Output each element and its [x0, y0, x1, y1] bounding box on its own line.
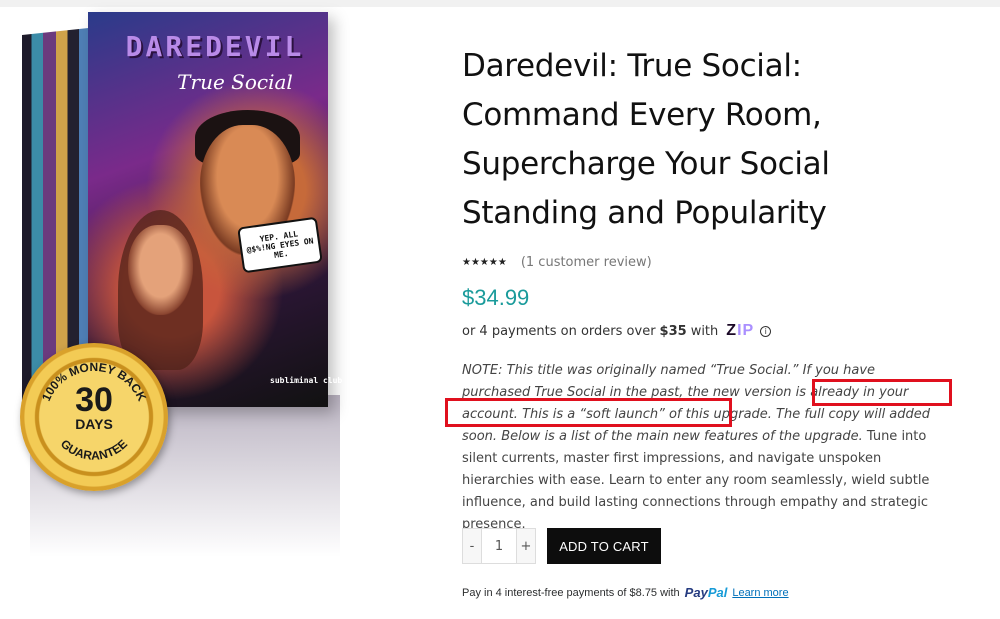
add-to-cart-button[interactable]: ADD TO CART	[547, 528, 661, 564]
title-line: Supercharge Your Social	[462, 146, 830, 182]
box-title: DAREDEVIL	[125, 30, 305, 63]
quantity-minus-button[interactable]: -	[463, 529, 481, 563]
paypal-logo-b: Pal	[707, 585, 728, 600]
zip-logo-a: Z	[726, 322, 738, 339]
highlight-box	[445, 398, 732, 427]
star-rating-icon: ★★★★★	[462, 257, 507, 268]
zip-payment-info: or 4 payments on orders over $35 with ZI…	[462, 322, 772, 340]
product-title: Daredevil: True Social: Command Every Ro…	[462, 42, 882, 238]
paypal-logo-a: Pay	[684, 585, 708, 600]
zip-prefix: or 4 payments on orders over	[462, 323, 656, 339]
zip-logo[interactable]: ZIP	[726, 322, 754, 340]
quantity-plus-button[interactable]: +	[517, 529, 535, 563]
brand-label: subliminal club	[270, 376, 343, 385]
zip-with: with	[690, 323, 719, 339]
customer-review-link[interactable]: (1 customer review)	[521, 255, 652, 270]
badge-center: 30 DAYS	[67, 383, 121, 445]
paypal-pay-in-4: Pay in 4 interest-free payments of $8.75…	[462, 585, 789, 600]
description-body: Tune into silent currents, master first …	[462, 429, 930, 532]
badge-number: 30	[75, 381, 113, 419]
top-bar	[0, 0, 1000, 7]
zip-amount: $35	[659, 323, 687, 339]
zip-logo-b: IP	[737, 322, 755, 339]
woman-face	[128, 225, 193, 315]
quantity-stepper: - 1 +	[462, 528, 536, 564]
title-line: Standing and Popularity	[462, 195, 827, 231]
badge-unit: DAYS	[75, 416, 113, 432]
title-line: Daredevil: True Social:	[462, 48, 802, 84]
quantity-input[interactable]: 1	[481, 529, 517, 563]
paypal-text: Pay in 4 interest-free payments of $8.75…	[462, 586, 680, 599]
highlight-box	[812, 379, 952, 406]
box-subtitle: True Social	[177, 70, 293, 94]
info-icon[interactable]: i	[760, 325, 772, 337]
learn-more-link[interactable]: Learn more	[732, 587, 788, 599]
product-price: $34.99	[462, 285, 530, 310]
title-line: Command Every Room,	[462, 97, 822, 133]
paypal-logo: PayPal	[685, 585, 728, 600]
product-rating: ★★★★★ (1 customer review)	[462, 255, 652, 270]
note-text-2: Below is a list of the main new features…	[497, 429, 863, 444]
